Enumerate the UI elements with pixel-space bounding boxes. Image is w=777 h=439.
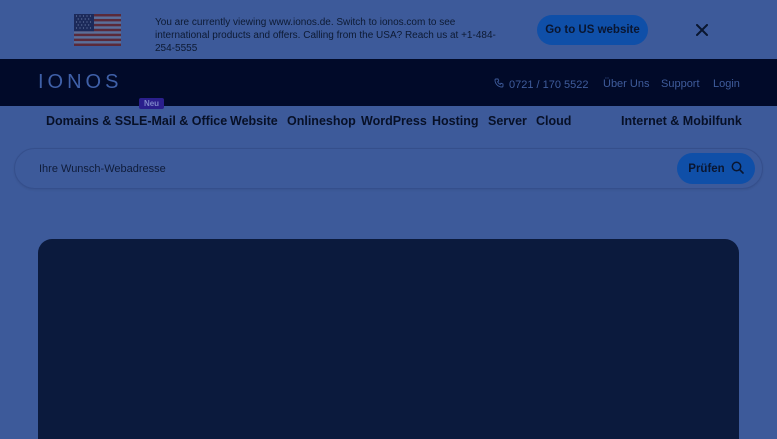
hero-card: [38, 239, 739, 439]
header-link-login[interactable]: Login: [713, 78, 740, 90]
nav-item-onlineshop[interactable]: Onlineshop: [287, 114, 356, 128]
check-button-label: Prüfen: [688, 162, 725, 175]
nav-item-wordpress[interactable]: WordPress: [361, 114, 427, 128]
header-link-support[interactable]: Support: [661, 78, 700, 90]
nav-item-server[interactable]: Server: [488, 114, 527, 128]
nav-item-email-office[interactable]: E-Mail & Office: [139, 114, 227, 128]
search-icon: [731, 161, 744, 177]
ionos-logo[interactable]: IONOS: [38, 71, 122, 94]
header-link-ueber-uns[interactable]: Über Uns: [603, 78, 649, 90]
phone-contact[interactable]: 0721 / 170 5522: [494, 78, 589, 91]
phone-icon: [494, 78, 504, 91]
nav-item-domains-ssl[interactable]: Domains & SSL: [46, 114, 139, 128]
site-header: IONOS 0721 / 170 5522 Über Uns Support L…: [0, 59, 777, 106]
domain-search-bar: Prüfen: [14, 148, 763, 189]
country-banner: You are currently viewing www.ionos.de. …: [0, 0, 777, 59]
nav-item-website[interactable]: Website: [230, 114, 278, 128]
go-to-us-website-button[interactable]: Go to US website: [537, 15, 648, 45]
domain-search-input[interactable]: [39, 159, 639, 179]
check-domain-button[interactable]: Prüfen: [677, 153, 755, 184]
nav-item-cloud[interactable]: Cloud: [536, 114, 571, 128]
main-nav: Domains & SSL E-Mail & Office Website On…: [0, 106, 777, 138]
nav-item-hosting[interactable]: Hosting: [432, 114, 479, 128]
us-flag-icon: [74, 14, 121, 46]
phone-number: 0721 / 170 5522: [509, 78, 589, 91]
banner-message: You are currently viewing www.ionos.de. …: [155, 17, 496, 54]
close-icon[interactable]: [692, 20, 712, 40]
nav-item-internet-mobilfunk[interactable]: Internet & Mobilfunk: [621, 114, 742, 128]
